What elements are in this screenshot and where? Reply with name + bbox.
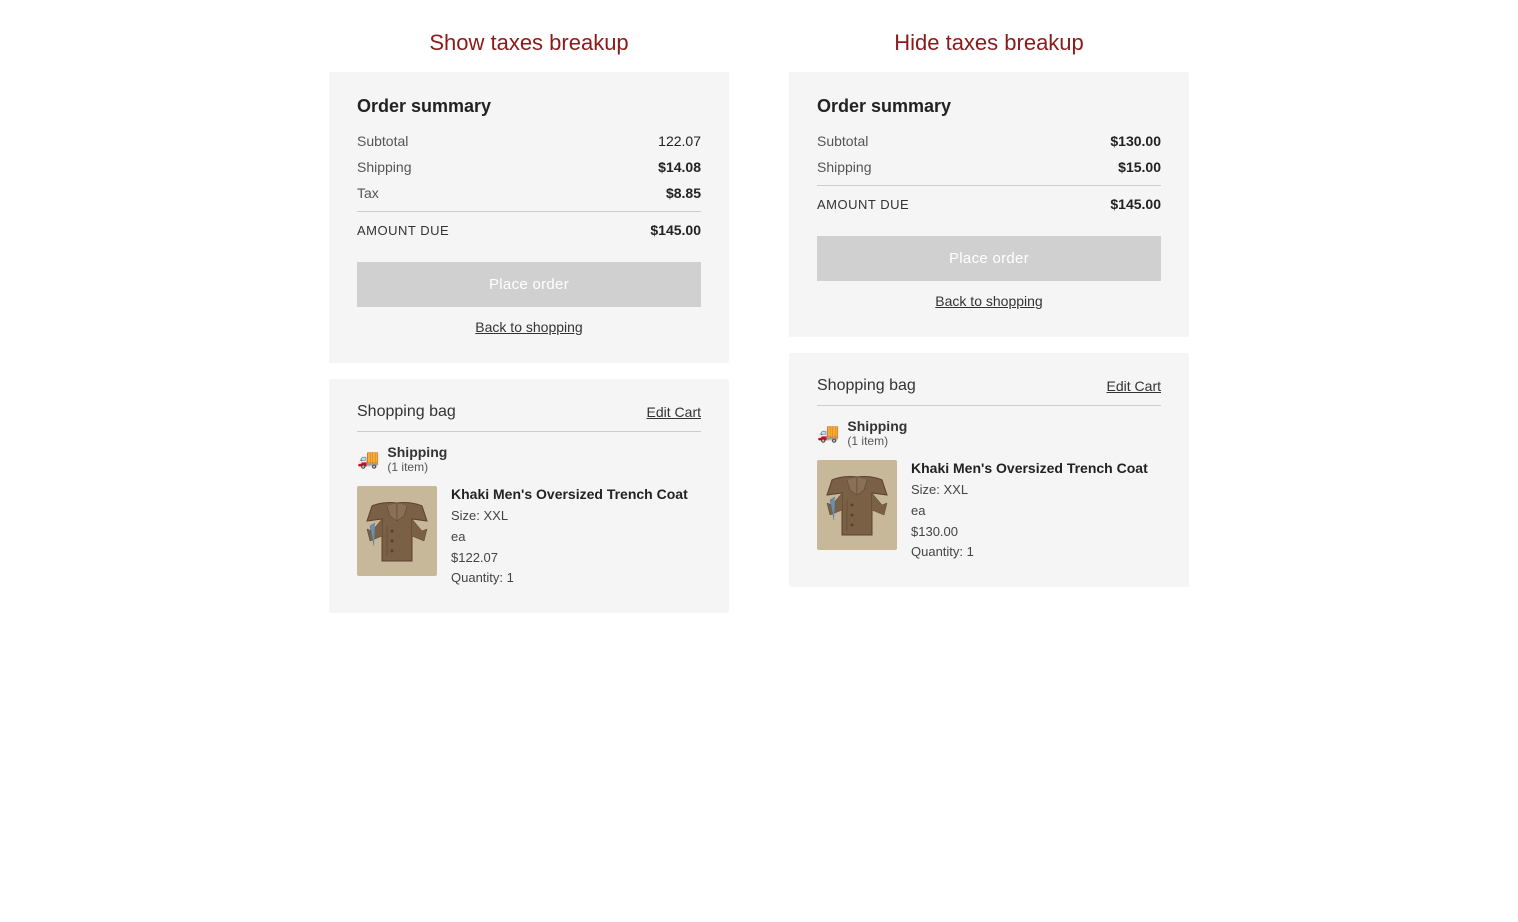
right-shipping-row: Shipping $15.00	[817, 159, 1161, 175]
left-shipping-info-row: 🚚 Shipping (1 item)	[357, 444, 701, 474]
left-tax-value: $8.85	[666, 185, 701, 201]
left-subtotal-label: Subtotal	[357, 133, 408, 149]
right-back-to-shopping-link[interactable]: Back to shopping	[817, 293, 1161, 309]
right-product-row: Khaki Men's Oversized Trench Coat Size: …	[817, 460, 1161, 563]
right-product-meta: Size: XXL ea $130.00 Quantity: 1	[911, 480, 1161, 563]
right-product-name: Khaki Men's Oversized Trench Coat	[911, 460, 1161, 476]
left-product-quantity: Quantity: 1	[451, 570, 514, 585]
left-order-summary-card: Order summary Subtotal 122.07 Shipping $…	[329, 72, 729, 363]
right-edit-cart-link[interactable]: Edit Cart	[1107, 378, 1161, 394]
left-back-to-shopping-link[interactable]: Back to shopping	[357, 319, 701, 335]
right-panel-heading: Hide taxes breakup	[789, 30, 1189, 56]
left-place-order-button[interactable]: Place order	[357, 262, 701, 307]
right-panel: Hide taxes breakup Order summary Subtota…	[789, 30, 1189, 613]
left-shipping-info: Shipping (1 item)	[387, 444, 447, 474]
left-product-name: Khaki Men's Oversized Trench Coat	[451, 486, 701, 502]
right-bag-divider	[817, 405, 1161, 406]
right-shipping-value: $15.00	[1118, 159, 1161, 175]
left-product-meta: Size: XXL ea $122.07 Quantity: 1	[451, 506, 701, 589]
right-product-details: Khaki Men's Oversized Trench Coat Size: …	[911, 460, 1161, 563]
left-amount-due-row: AMOUNT DUE $145.00	[357, 222, 701, 238]
right-shopping-bag-card: Shopping bag Edit Cart 🚚 Shipping (1 ite…	[789, 353, 1189, 587]
right-divider	[817, 185, 1161, 186]
left-order-summary-title: Order summary	[357, 96, 701, 117]
left-shopping-bag-header: Shopping bag Edit Cart	[357, 403, 701, 421]
right-shipping-info-label: Shipping	[847, 418, 907, 434]
right-amount-due-label: AMOUNT DUE	[817, 197, 909, 212]
right-subtotal-row: Subtotal $130.00	[817, 133, 1161, 149]
left-subtotal-value: 122.07	[658, 133, 701, 149]
right-product-unit: ea	[911, 503, 925, 518]
left-shopping-bag-card: Shopping bag Edit Cart 🚚 Shipping (1 ite…	[329, 379, 729, 613]
left-shipping-items-label: (1 item)	[387, 460, 447, 474]
left-tax-row: Tax $8.85	[357, 185, 701, 201]
left-shipping-label: Shipping	[357, 159, 412, 175]
left-shopping-bag-title: Shopping bag	[357, 403, 456, 421]
left-product-unit: ea	[451, 529, 465, 544]
left-tax-label: Tax	[357, 185, 379, 201]
left-shipping-info-label: Shipping	[387, 444, 447, 460]
left-shipping-row: Shipping $14.08	[357, 159, 701, 175]
left-bag-divider	[357, 431, 701, 432]
right-shopping-bag-header: Shopping bag Edit Cart	[817, 377, 1161, 395]
right-product-image	[817, 460, 897, 550]
left-product-price: $122.07	[451, 550, 498, 565]
right-order-summary-title: Order summary	[817, 96, 1161, 117]
left-panel-heading: Show taxes breakup	[329, 30, 729, 56]
right-order-summary-card: Order summary Subtotal $130.00 Shipping …	[789, 72, 1189, 337]
left-edit-cart-link[interactable]: Edit Cart	[647, 404, 701, 420]
left-product-image	[357, 486, 437, 576]
right-subtotal-value: $130.00	[1110, 133, 1161, 149]
right-product-size: Size: XXL	[911, 482, 968, 497]
right-shipping-items-label: (1 item)	[847, 434, 907, 448]
left-product-details: Khaki Men's Oversized Trench Coat Size: …	[451, 486, 701, 589]
left-divider	[357, 211, 701, 212]
right-product-quantity: Quantity: 1	[911, 544, 974, 559]
left-product-row: Khaki Men's Oversized Trench Coat Size: …	[357, 486, 701, 589]
right-amount-due-value: $145.00	[1110, 196, 1161, 212]
right-shipping-info-row: 🚚 Shipping (1 item)	[817, 418, 1161, 448]
left-subtotal-row: Subtotal 122.07	[357, 133, 701, 149]
right-subtotal-label: Subtotal	[817, 133, 868, 149]
page-wrapper: Show taxes breakup Order summary Subtota…	[40, 30, 1478, 613]
left-product-size: Size: XXL	[451, 508, 508, 523]
right-product-price: $130.00	[911, 524, 958, 539]
right-shopping-bag-title: Shopping bag	[817, 377, 916, 395]
left-amount-due-label: AMOUNT DUE	[357, 223, 449, 238]
left-panel: Show taxes breakup Order summary Subtota…	[329, 30, 729, 613]
right-amount-due-row: AMOUNT DUE $145.00	[817, 196, 1161, 212]
right-truck-icon: 🚚	[817, 423, 839, 444]
right-place-order-button[interactable]: Place order	[817, 236, 1161, 281]
left-truck-icon: 🚚	[357, 449, 379, 470]
right-shipping-label: Shipping	[817, 159, 872, 175]
left-shipping-value: $14.08	[658, 159, 701, 175]
right-shipping-info: Shipping (1 item)	[847, 418, 907, 448]
left-amount-due-value: $145.00	[650, 222, 701, 238]
